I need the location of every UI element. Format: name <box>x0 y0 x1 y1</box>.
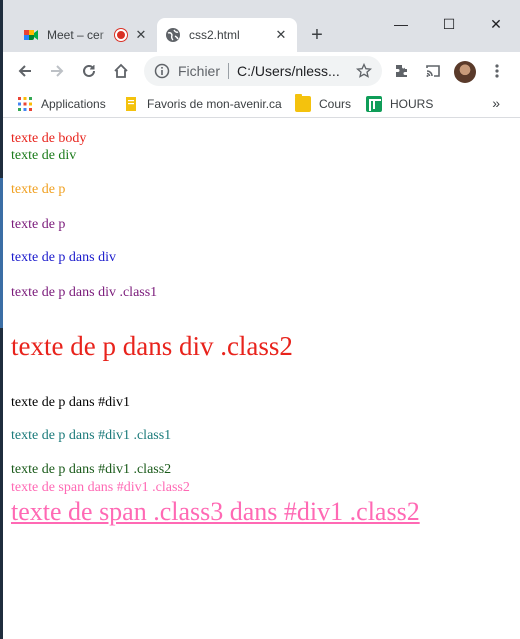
bookmark-page-icon <box>123 96 139 112</box>
line-p-div1-class2: texte de p dans #div1 .class2 <box>11 462 172 477</box>
extensions-icon[interactable] <box>389 59 413 83</box>
meet-icon <box>23 27 39 43</box>
url-scheme: Fichier <box>178 63 221 79</box>
line-p-in-div: texte de p dans div <box>11 250 116 265</box>
bookmarks-bar: Applications Favoris de mon-avenir.ca Co… <box>3 90 520 118</box>
bookmark-label: Favoris de mon-avenir.ca <box>147 97 282 111</box>
avatar[interactable] <box>454 61 476 83</box>
more-menu-icon[interactable] <box>485 59 509 83</box>
sheets-icon <box>366 96 382 112</box>
back-icon[interactable] <box>13 59 37 83</box>
browser-window: Meet – cer ✕ css2.html ✕ + — ☐ ✕ Fichier… <box>3 0 520 639</box>
more-bookmarks-icon[interactable]: » <box>492 95 500 111</box>
tab-title: Meet – cer <box>47 28 104 42</box>
line-div: texte de div <box>11 148 77 163</box>
star-icon[interactable] <box>354 61 374 81</box>
line-span-div1-class2: texte de span dans #div1 .class2 <box>11 480 190 495</box>
forward-icon[interactable] <box>45 59 69 83</box>
minimize-icon[interactable]: — <box>387 12 415 36</box>
recording-icon <box>115 29 127 41</box>
bookmark-label: Applications <box>41 97 106 111</box>
bookmark-label: HOURS <box>390 97 434 111</box>
url-text[interactable]: C:/Users/nless... <box>237 63 367 79</box>
line-p-1: texte de p <box>11 182 66 197</box>
line-p-div1-class1: texte de p dans #div1 .class1 <box>11 428 172 443</box>
line-span-class3[interactable]: texte de span .class3 dans #div1 .class2 <box>11 497 420 527</box>
bookmark-applications[interactable]: Applications <box>17 95 106 113</box>
globe-icon <box>165 27 181 43</box>
folder-icon <box>295 94 311 112</box>
bookmark-cours[interactable]: Cours <box>295 94 352 113</box>
tab-title: css2.html <box>189 28 240 42</box>
tab-meet[interactable]: Meet – cer ✕ <box>15 18 157 52</box>
tab-css2[interactable]: css2.html ✕ <box>157 18 297 52</box>
close-tab-icon[interactable]: ✕ <box>133 27 149 43</box>
bookmark-mon-avenir[interactable]: Favoris de mon-avenir.ca <box>123 95 282 113</box>
address-bar[interactable]: Fichier C:/Users/nless... <box>144 56 382 86</box>
cast-icon[interactable] <box>421 59 445 83</box>
new-tab-button[interactable]: + <box>305 24 329 48</box>
close-tab-icon[interactable]: ✕ <box>273 27 289 43</box>
reload-icon[interactable] <box>77 59 101 83</box>
tab-strip: Meet – cer ✕ css2.html ✕ + — ☐ ✕ <box>3 0 520 52</box>
maximize-icon[interactable]: ☐ <box>435 12 463 36</box>
url-divider <box>228 63 230 79</box>
close-window-icon[interactable]: ✕ <box>482 12 510 36</box>
bookmark-label: Cours <box>319 97 352 111</box>
toolbar: Fichier C:/Users/nless... <box>3 52 520 90</box>
bookmark-hours[interactable]: HOURS <box>366 95 433 113</box>
info-icon[interactable] <box>152 61 172 81</box>
apps-grid-icon <box>17 96 33 112</box>
line-p-div1: texte de p dans #div1 <box>11 395 130 410</box>
line-p-div-class1: texte de p dans div .class1 <box>11 285 158 300</box>
line-p-div-class2: texte de p dans div .class2 <box>11 331 293 361</box>
home-icon[interactable] <box>109 59 133 83</box>
line-body: texte de body <box>11 131 87 146</box>
line-p-2: texte de p <box>11 217 66 232</box>
